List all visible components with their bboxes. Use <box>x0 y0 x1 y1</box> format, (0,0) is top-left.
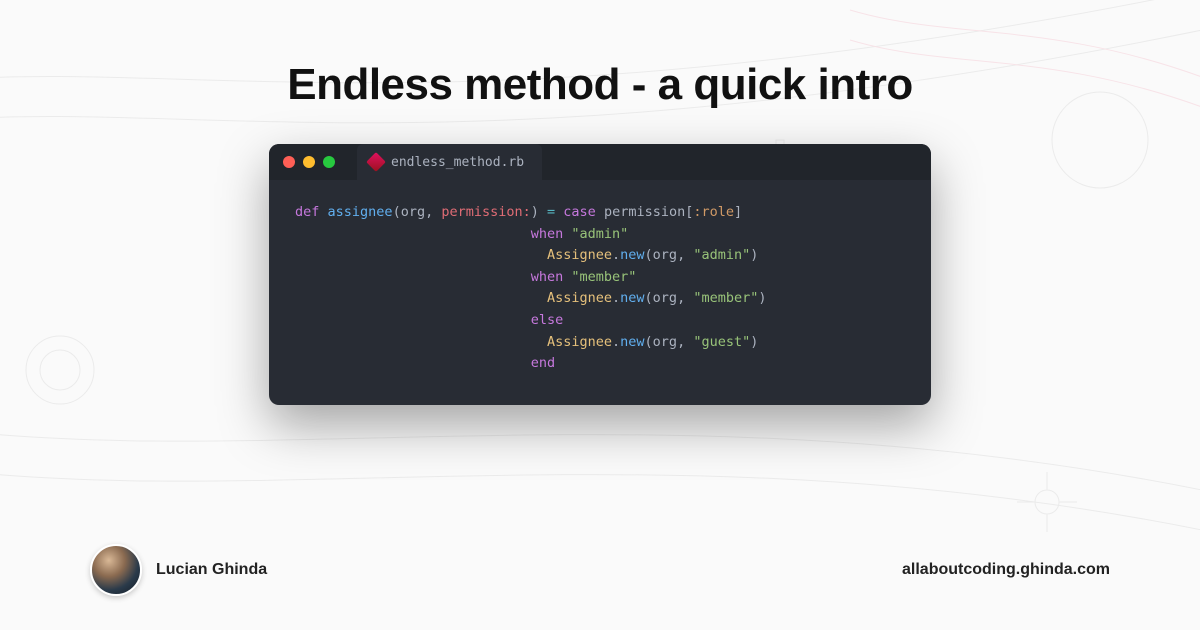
ruby-icon <box>366 152 386 172</box>
editor-tab[interactable]: endless_method.rb <box>357 144 542 180</box>
author-name: Lucian Ghinda <box>156 561 267 579</box>
minimize-icon[interactable] <box>303 156 315 168</box>
footer: Lucian Ghinda allaboutcoding.ghinda.com <box>0 544 1200 596</box>
close-icon[interactable] <box>283 156 295 168</box>
traffic-lights <box>283 156 335 168</box>
code-body: def assignee(org, permission:) = case pe… <box>269 180 931 405</box>
code-window: endless_method.rb def assignee(org, perm… <box>269 144 931 405</box>
page-title: Endless method - a quick intro <box>287 60 913 110</box>
tab-filename: endless_method.rb <box>391 155 524 170</box>
avatar <box>90 544 142 596</box>
kw-def: def <box>295 204 319 220</box>
site-url: allaboutcoding.ghinda.com <box>902 561 1110 579</box>
method-name: assignee <box>328 204 393 220</box>
author-block: Lucian Ghinda <box>90 544 267 596</box>
maximize-icon[interactable] <box>323 156 335 168</box>
window-titlebar: endless_method.rb <box>269 144 931 180</box>
